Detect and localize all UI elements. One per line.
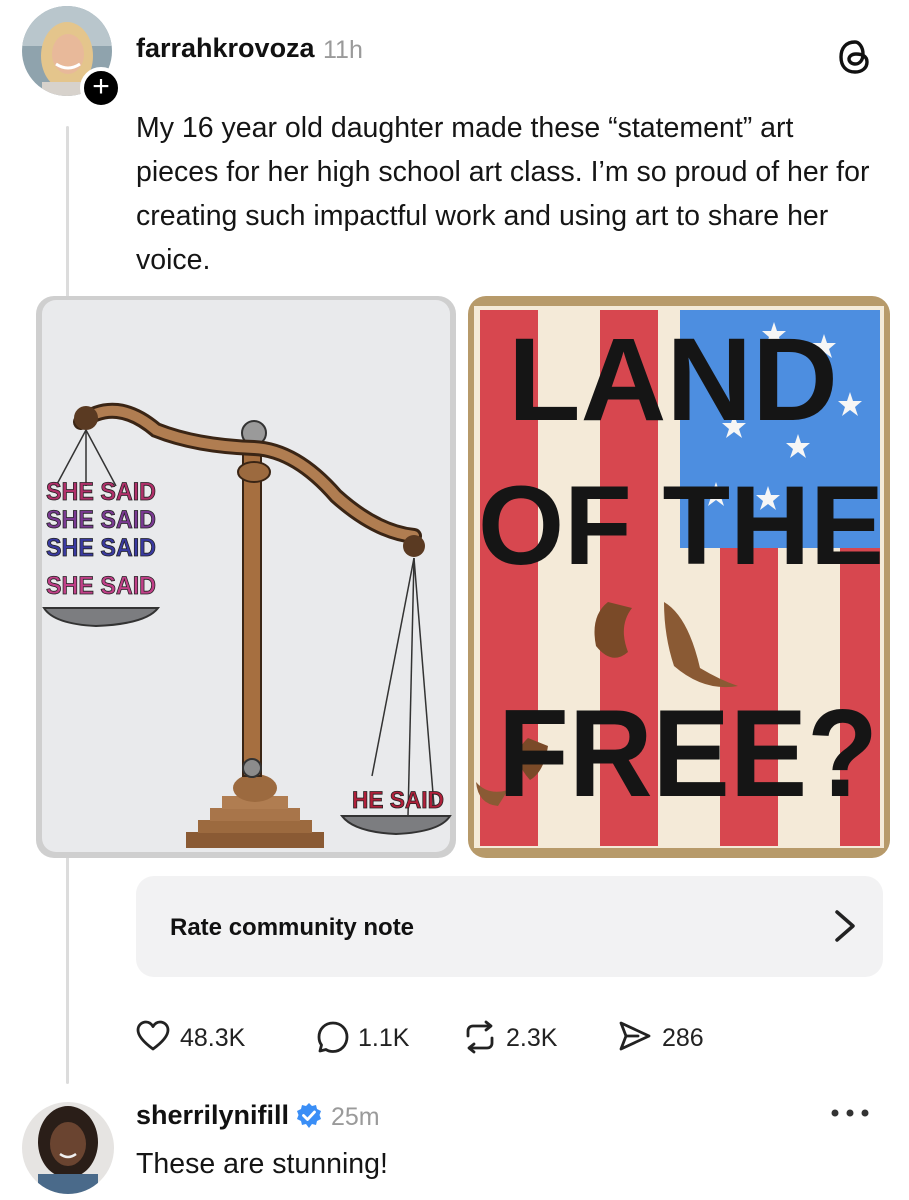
repost-icon bbox=[466, 1020, 494, 1054]
post-timestamp: 11h bbox=[323, 36, 363, 64]
post-action-bar: 48.3K 1.1K 2.3K 286 bbox=[136, 1012, 836, 1060]
reply-author-avatar[interactable] bbox=[22, 1102, 114, 1194]
post-username[interactable]: farrahkrovoza bbox=[136, 33, 315, 64]
chevron-right-icon bbox=[835, 910, 855, 942]
likes-count: 48.3K bbox=[180, 1024, 246, 1052]
he-said-text: HE SAID bbox=[352, 787, 444, 814]
she-said-line-3: SHE SAID bbox=[46, 534, 156, 562]
follow-plus-icon[interactable]: + bbox=[80, 67, 122, 109]
artwork-land-of-the-free-image[interactable]: LAND OF THE FREE? bbox=[468, 296, 890, 858]
reply-timestamp: 25m bbox=[331, 1103, 380, 1131]
send-icon bbox=[619, 1021, 651, 1051]
like-button[interactable]: 48.3K bbox=[136, 1012, 286, 1060]
of-the-text: OF THE bbox=[478, 463, 884, 588]
repost-button[interactable]: 2.3K bbox=[462, 1012, 582, 1060]
reply-body-text: These are stunning! bbox=[136, 1148, 388, 1180]
artwork-scales-image[interactable]: SHE SAID SHE SAID SHE SAID SHE SAID HE S… bbox=[36, 296, 456, 858]
reposts-count: 2.3K bbox=[506, 1024, 558, 1052]
she-said-line-4: SHE SAID bbox=[46, 572, 156, 600]
comment-button[interactable]: 1.1K bbox=[316, 1012, 436, 1060]
she-said-line-1: SHE SAID bbox=[46, 478, 156, 506]
heart-icon bbox=[136, 1020, 170, 1051]
share-button[interactable]: 286 bbox=[618, 1012, 728, 1060]
community-note-label: Rate community note bbox=[170, 914, 415, 941]
more-options-icon[interactable] bbox=[828, 1106, 872, 1120]
threads-logo-icon[interactable] bbox=[836, 38, 874, 76]
free-text: FREE? bbox=[498, 685, 878, 823]
post-body-text: My 16 year old daughter made these “stat… bbox=[136, 112, 870, 276]
land-text: LAND bbox=[508, 314, 838, 446]
comments-count: 1.1K bbox=[358, 1024, 410, 1052]
comment-bubble-icon bbox=[317, 1021, 349, 1053]
rate-community-note-button[interactable]: Rate community note bbox=[136, 876, 883, 977]
verified-badge-icon bbox=[297, 1103, 321, 1128]
she-said-line-2: SHE SAID bbox=[46, 506, 156, 534]
reply-username[interactable]: sherrilynifill bbox=[136, 1100, 289, 1131]
shares-count: 286 bbox=[662, 1024, 704, 1052]
